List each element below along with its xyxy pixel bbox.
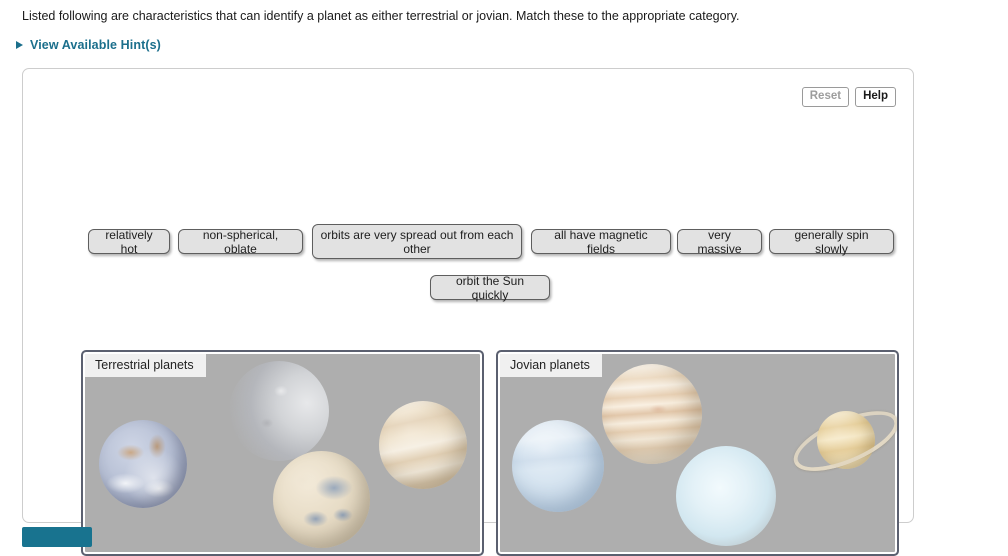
- triangle-right-icon: [16, 41, 23, 49]
- answer-chip[interactable]: relatively hot: [88, 228, 170, 256]
- question-prompt: Listed following are characteristics tha…: [22, 9, 740, 23]
- activity-card: Reset Help relatively hot non-spherical, …: [22, 68, 914, 556]
- drop-zone[interactable]: Jovian planets: [496, 350, 899, 556]
- mars-planet: [273, 451, 370, 548]
- neptune-planet: [512, 420, 604, 512]
- jupiter-planet: [602, 364, 702, 464]
- help-button[interactable]: Help: [855, 87, 896, 107]
- view-hints-label: View Available Hint(s): [30, 38, 161, 52]
- earth-planet: [99, 420, 187, 508]
- planet-image-group: [83, 352, 482, 554]
- view-hints-toggle[interactable]: View Available Hint(s): [16, 38, 161, 52]
- drop-zone-title: Jovian planets: [500, 354, 602, 377]
- drop-zone-title: Terrestrial planets: [85, 354, 206, 377]
- mercury-planet: [229, 361, 329, 461]
- answer-chip[interactable]: very massive: [677, 228, 762, 256]
- submit-button[interactable]: [22, 527, 92, 547]
- card-toolbar: Reset Help: [801, 87, 896, 107]
- saturn-planet: [785, 399, 897, 486]
- venus-planet: [379, 401, 467, 489]
- answer-chip[interactable]: orbit the Sun quickly: [430, 274, 550, 302]
- reset-button[interactable]: Reset: [801, 87, 850, 107]
- answer-chip[interactable]: all have magnetic fields: [531, 228, 671, 256]
- planet-image-group: [498, 352, 897, 554]
- answer-chip[interactable]: non-spherical, oblate: [178, 228, 303, 256]
- answer-chip[interactable]: generally spin slowly: [769, 228, 894, 256]
- drop-zone[interactable]: Terrestrial planets: [81, 350, 484, 556]
- uranus-planet: [676, 446, 776, 546]
- answer-chip[interactable]: orbits are very spread out from each oth…: [312, 224, 522, 259]
